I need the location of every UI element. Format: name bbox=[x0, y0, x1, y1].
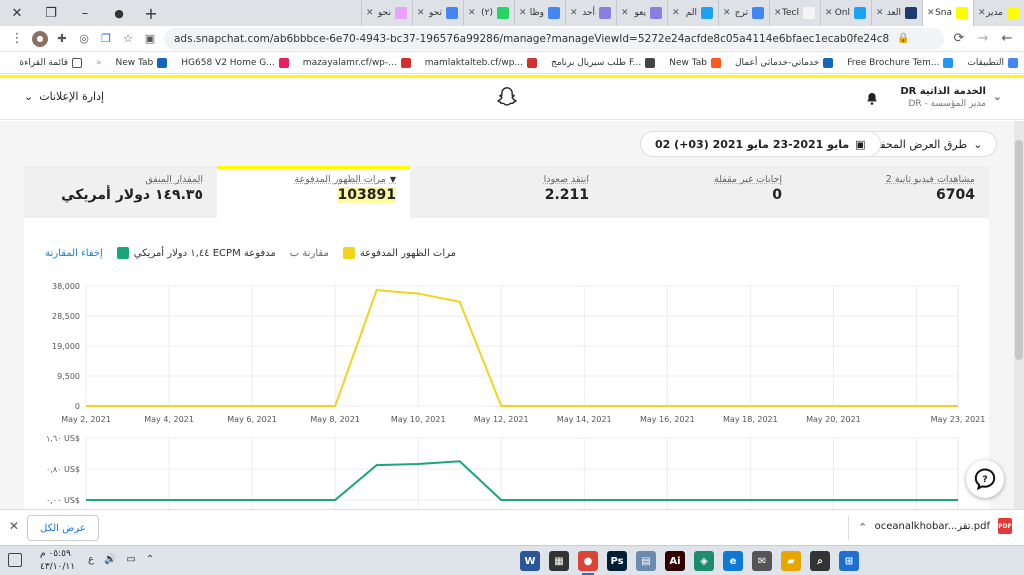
clock-time: ٠٥:٥٩ م bbox=[40, 549, 71, 559]
taskbar-app-edge[interactable]: e bbox=[723, 551, 743, 571]
series-line-impressions bbox=[86, 289, 958, 407]
x-tick-label: May 2, 2021 bbox=[61, 415, 111, 424]
scrollbar-thumb[interactable] bbox=[1015, 140, 1023, 360]
help-button[interactable]: ? bbox=[966, 460, 1004, 498]
x-tick-label: May 10, 2021 bbox=[391, 415, 446, 424]
x-tick-label: May 20, 2021 bbox=[806, 415, 861, 424]
download-options-chevron-icon[interactable]: ⌃ bbox=[858, 521, 867, 534]
tray-expand-icon[interactable]: ⌃ bbox=[146, 554, 154, 565]
y-tick-label: ٠,٨٠ US$ bbox=[46, 465, 80, 474]
network-icon[interactable]: ▭ bbox=[126, 554, 135, 565]
x-tick-label: May 8, 2021 bbox=[310, 415, 360, 424]
taskbar-app-windows-search[interactable]: ⌕ bbox=[810, 551, 830, 571]
taskbar-app-photoshop[interactable]: Ps bbox=[607, 551, 627, 571]
taskbar-app-explorer[interactable]: ▰ bbox=[781, 551, 801, 571]
taskbar-app-word[interactable]: W bbox=[520, 551, 540, 571]
download-item[interactable]: oceanalkhobar...تقر.pdf PDF bbox=[875, 518, 1012, 534]
clock-date: ٤٣/١٠/١١ bbox=[40, 562, 76, 572]
y-tick-label: 38,000 bbox=[52, 282, 80, 291]
x-tick-label: May 16, 2021 bbox=[640, 415, 695, 424]
help-icon: ? bbox=[974, 468, 996, 491]
x-tick-label: May 14, 2021 bbox=[557, 415, 612, 424]
taskbar-app-notepad[interactable]: ▤ bbox=[636, 551, 656, 571]
x-tick-label: May 4, 2021 bbox=[144, 415, 194, 424]
system-tray: ع 🔊 ▭ ⌃ bbox=[88, 554, 154, 565]
download-bar: ✕ عرض الكل ⌃ oceanalkhobar...تقر.pdf PDF bbox=[0, 509, 1024, 545]
taskbar-app-camtasia[interactable]: ◈ bbox=[694, 551, 714, 571]
taskbar-app-illustrator[interactable]: Ai bbox=[665, 551, 685, 571]
download-divider bbox=[848, 516, 849, 540]
y-tick-label: 19,000 bbox=[52, 342, 80, 351]
close-icon[interactable]: ✕ bbox=[9, 519, 19, 533]
volume-icon[interactable]: 🔊 bbox=[104, 554, 116, 565]
series-line-ecpm bbox=[86, 460, 958, 501]
language-indicator[interactable]: ع bbox=[88, 554, 94, 565]
y-tick-label: ٠,٠٠ US$ bbox=[46, 496, 80, 505]
windows-taskbar: ٠٥:٥٩ م ٤٣/١٠/١١ ع 🔊 ▭ ⌃ W ▦ ● Ps ▤ Ai ◈ e ✉ ▰ ⌕ ⊞ bbox=[0, 545, 1024, 575]
x-tick-label: May 23, 2021 bbox=[931, 415, 986, 424]
taskbar-app-store[interactable]: ▦ bbox=[549, 551, 569, 571]
taskbar-clock[interactable]: ٠٥:٥٩ م ٤٣/١٠/١١ bbox=[40, 548, 75, 574]
x-tick-label: May 6, 2021 bbox=[227, 415, 277, 424]
taskbar-app-chrome[interactable]: ● bbox=[578, 551, 598, 575]
show-all-downloads-button[interactable]: عرض الكل bbox=[27, 515, 99, 541]
y-tick-label: 0 bbox=[75, 402, 80, 411]
y-tick-label: 9,500 bbox=[57, 372, 80, 381]
taskbar-app-mail[interactable]: ✉ bbox=[752, 551, 772, 571]
pdf-file-icon: PDF bbox=[998, 518, 1012, 534]
x-tick-label: May 18, 2021 bbox=[723, 415, 778, 424]
x-tick-label: May 12, 2021 bbox=[474, 415, 529, 424]
taskbar-app-windows-start[interactable]: ⊞ bbox=[839, 551, 859, 571]
y-tick-label: 28,500 bbox=[52, 312, 80, 321]
y-tick-label: ١,٦٠ US$ bbox=[46, 434, 80, 443]
download-filename: oceanalkhobar...تقر.pdf bbox=[874, 520, 990, 532]
performance-chart: 38,000 28,500 19,000 9,500 0 May 2, 2021 May 4… bbox=[46, 282, 986, 510]
svg-text:?: ? bbox=[982, 475, 987, 485]
notification-center-icon[interactable] bbox=[8, 553, 22, 567]
